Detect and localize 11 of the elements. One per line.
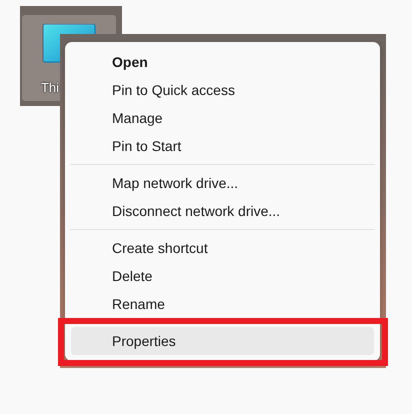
menu-item[interactable]: Open [71, 48, 374, 76]
menu-item[interactable]: Pin to Start [71, 132, 374, 160]
menu-item[interactable]: Manage [71, 104, 374, 132]
menu-item[interactable]: Disconnect network drive... [71, 197, 374, 225]
menu-item[interactable]: Properties [71, 327, 374, 355]
menu-item[interactable]: Delete [71, 262, 374, 290]
menu-item[interactable]: Rename [71, 290, 374, 318]
icon-label: Thi [40, 80, 60, 95]
menu-item[interactable]: Create shortcut [71, 234, 374, 262]
menu-item[interactable]: Map network drive... [71, 169, 374, 197]
menu-item[interactable]: Pin to Quick access [71, 76, 374, 104]
